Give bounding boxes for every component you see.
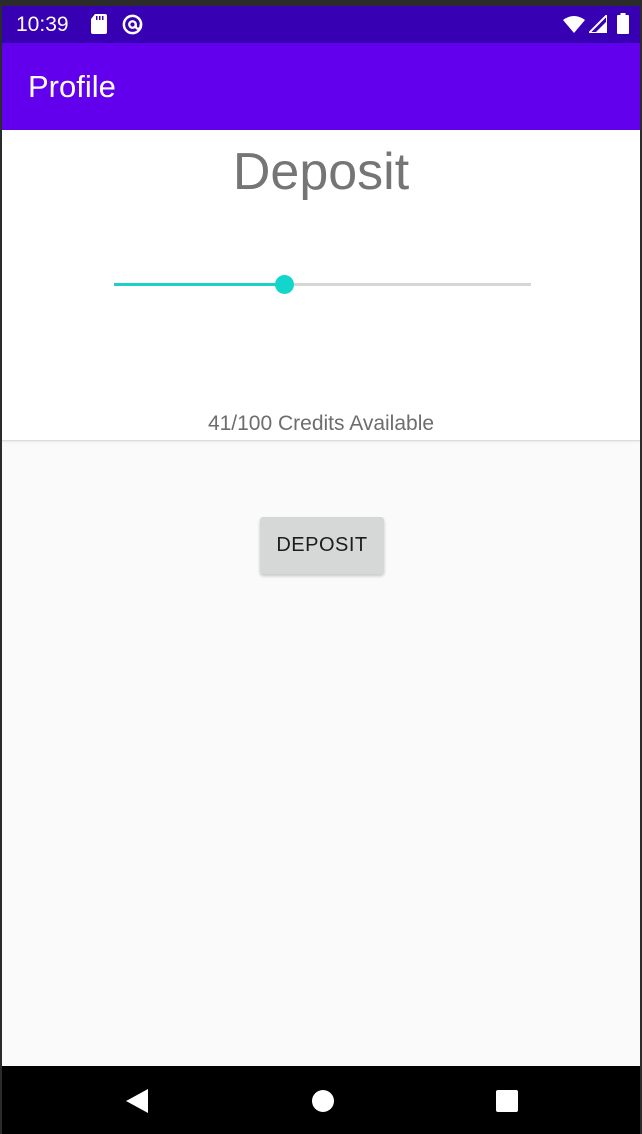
recents-icon[interactable] [494,1088,520,1114]
slider-thumb[interactable] [274,275,294,294]
status-time: 10:39 [16,13,69,36]
app-bar: Profile [2,43,640,130]
back-icon[interactable] [124,1088,150,1114]
deposit-card: Deposit 41/100 Credits Available [2,130,640,441]
sd-card-icon [91,14,107,34]
battery-icon [617,13,629,34]
status-bar: 10:39 [2,6,640,43]
credits-available-text: 41/100 Credits Available [207,412,435,435]
navigation-bar [2,1066,640,1134]
deposit-button[interactable]: DEPOSIT [260,517,384,574]
at-sign-icon [122,14,143,35]
wifi-icon [563,16,585,33]
card-title: Deposit [232,143,410,201]
home-icon[interactable] [310,1088,336,1114]
slider-fill [114,283,285,286]
cellular-signal-icon [589,15,607,33]
credits-slider[interactable] [114,270,531,298]
app-screen: 10:39 Profile Deposit 41/100 Credits Ava… [0,0,642,1134]
app-title: Profile [28,69,116,104]
